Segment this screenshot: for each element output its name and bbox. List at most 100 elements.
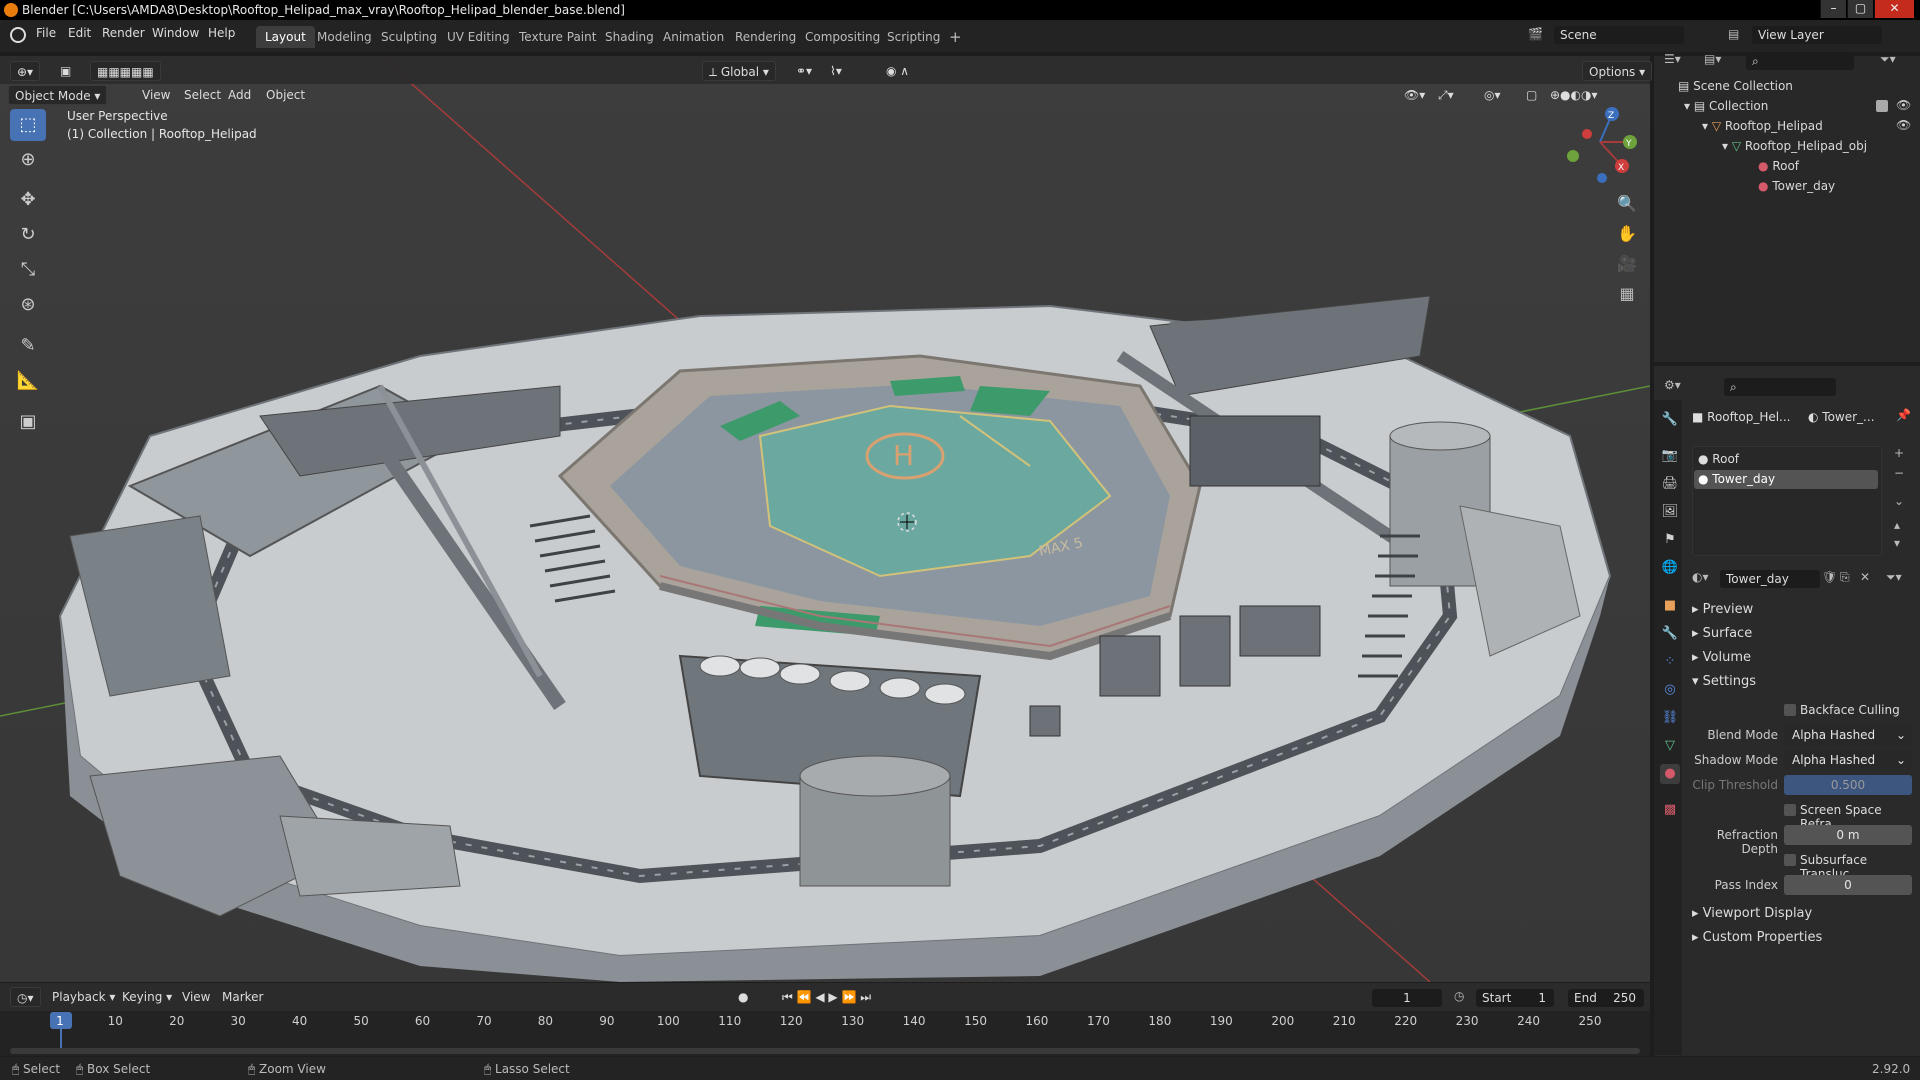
section-preview[interactable]: ▸ Preview <box>1692 602 1753 617</box>
current-frame-field[interactable]: 1 <box>1372 989 1442 1007</box>
end-frame-field[interactable]: End 250 <box>1568 989 1644 1007</box>
pin-icon[interactable]: 📌 <box>1896 408 1911 422</box>
tab-rendering[interactable]: Rendering <box>726 26 805 48</box>
transform-tool-icon[interactable]: ⊛ <box>10 289 46 321</box>
add-workspace-icon[interactable]: + <box>940 26 971 48</box>
object-menu[interactable]: Object <box>260 85 311 105</box>
modifier-tab-icon[interactable]: 🔧 <box>1660 624 1680 644</box>
timeline-scrollbar[interactable] <box>10 1048 1640 1054</box>
view-layer-tab-icon[interactable]: 🖼 <box>1660 502 1680 522</box>
material-slot-tower-day[interactable]: ● Tower_day <box>1694 470 1878 489</box>
outliner-item-rooftop-helipad-obj[interactable]: ▾ ▽ Rooftop_Helipad_obj <box>1722 139 1867 153</box>
pan-hand-icon[interactable]: ✋ <box>1615 222 1639 246</box>
outliner-item-tower-day[interactable]: ● Tower_day <box>1758 179 1835 193</box>
backface-culling-checkbox[interactable] <box>1784 704 1796 716</box>
options-dropdown[interactable]: Options ▾ <box>1582 61 1653 81</box>
scene-icon[interactable]: 🎬 <box>1528 27 1543 41</box>
tab-layout[interactable]: Layout <box>256 26 315 48</box>
marker-menu[interactable]: Marker <box>216 987 269 1007</box>
particles-tab-icon[interactable]: ⁘ <box>1660 652 1680 672</box>
section-viewport-display[interactable]: ▸ Viewport Display <box>1692 906 1812 921</box>
tab-compositing[interactable]: Compositing <box>796 26 889 48</box>
add-menu[interactable]: Add <box>222 85 257 105</box>
blender-menu-icon[interactable] <box>10 27 26 43</box>
view-layer-field[interactable]: View Layer <box>1752 26 1882 44</box>
collection-checkbox[interactable] <box>1876 100 1888 112</box>
constraints-tab-icon[interactable]: ⛓ <box>1660 708 1680 728</box>
overlays-icon[interactable]: ◎▾ <box>1478 85 1507 105</box>
tab-uv-editing[interactable]: UV Editing <box>438 26 519 48</box>
view-layer-icon[interactable]: ▤ <box>1728 27 1739 41</box>
annotate-tool-icon[interactable]: ✎ <box>10 330 46 362</box>
measure-tool-icon[interactable]: 📐 <box>10 365 46 397</box>
remove-slot-icon[interactable]: − <box>1894 466 1904 480</box>
tab-animation[interactable]: Animation <box>654 26 733 48</box>
tab-scripting[interactable]: Scripting <box>878 26 949 48</box>
slot-specials-icon[interactable]: ⌄ <box>1894 494 1904 508</box>
output-tab-icon[interactable]: 🖨 <box>1660 474 1680 494</box>
fake-user-icon[interactable]: 🛡 <box>1822 570 1837 584</box>
xray-icon[interactable]: ▢ <box>1520 85 1543 105</box>
add-slot-icon[interactable]: + <box>1894 446 1904 460</box>
tab-shading[interactable]: Shading <box>596 26 663 48</box>
material-tab-icon[interactable]: ● <box>1660 764 1680 784</box>
outliner-editor-icon[interactable]: ☰▾ <box>1664 52 1681 66</box>
menu-file[interactable]: File <box>36 26 56 40</box>
blend-mode-dropdown[interactable]: Alpha Hashed ⌄ <box>1784 725 1912 745</box>
pass-index-field[interactable]: 0 <box>1784 875 1912 895</box>
view-menu[interactable]: View <box>136 85 176 105</box>
pivot-icon[interactable]: ⚭▾ <box>790 61 818 81</box>
clip-threshold-slider[interactable]: 0.500 <box>1784 775 1912 795</box>
shadow-mode-dropdown[interactable]: Alpha Hashed ⌄ <box>1784 750 1912 770</box>
transform-orientation-dropdown[interactable]: ⟂ Global ▾ <box>702 61 776 81</box>
section-settings[interactable]: ▾ Settings <box>1692 674 1756 689</box>
menu-edit[interactable]: Edit <box>68 26 91 40</box>
tab-texture-paint[interactable]: Texture Paint <box>510 26 605 48</box>
rotate-tool-icon[interactable]: ↻ <box>10 219 46 251</box>
tab-modeling[interactable]: Modeling <box>308 26 381 48</box>
playback-menu[interactable]: Playback ▾ <box>46 987 121 1007</box>
zoom-icon[interactable]: 🔍 <box>1615 192 1639 216</box>
snap-icon[interactable]: ⌇▾ <box>824 61 848 81</box>
properties-editor-icon[interactable]: ⚙▾ <box>1664 378 1681 392</box>
material-name-field[interactable]: Tower_day <box>1720 570 1820 588</box>
node-link-icon[interactable]: ⏷▾ <box>1886 570 1902 585</box>
tab-sculpting[interactable]: Sculpting <box>372 26 446 48</box>
outliner-item-collection[interactable]: ▾ ▤ Collection <box>1684 99 1768 113</box>
camera-view-icon[interactable]: 🎥 <box>1615 252 1639 276</box>
outliner-item-roof[interactable]: ● Roof <box>1758 159 1799 173</box>
menu-render[interactable]: Render <box>102 26 145 40</box>
section-surface[interactable]: ▸ Surface <box>1692 626 1752 641</box>
material-browse-icon[interactable]: ◐▾ <box>1692 570 1709 584</box>
scene-tab-icon[interactable]: ⚑ <box>1660 530 1680 550</box>
object-mode-dropdown[interactable]: Object Mode ▾ <box>8 85 108 105</box>
editor-type-icon[interactable]: ⊕▾ <box>10 61 41 81</box>
cursor-tool-icon[interactable]: ⊕ <box>10 144 46 176</box>
world-tab-icon[interactable]: 🌐 <box>1660 558 1680 578</box>
refraction-depth-field[interactable]: 0 m <box>1784 825 1912 845</box>
gizmo-toggle-icon[interactable]: ⤢▾ <box>1432 85 1460 105</box>
outliner-display-mode-icon[interactable]: ▤▾ <box>1704 52 1721 66</box>
screen-space-refraction-checkbox[interactable] <box>1784 804 1796 816</box>
scale-tool-icon[interactable]: ⤡ <box>10 254 46 286</box>
tool-tab-icon[interactable]: 🔧 <box>1660 410 1680 430</box>
orthographic-grid-icon[interactable]: ▦ <box>1615 282 1639 306</box>
eye-icon[interactable]: 👁 <box>1896 98 1911 112</box>
data-tab-icon[interactable]: ▽ <box>1660 736 1680 756</box>
3d-viewport[interactable]: H MAX 5 Z Y X <box>0 56 1650 982</box>
duplicate-material-icon[interactable]: ⎘ <box>1840 570 1850 585</box>
material-slot-roof[interactable]: ● Roof <box>1698 452 1739 466</box>
close-icon[interactable]: ✕ <box>1874 0 1914 18</box>
start-frame-field[interactable]: Start 1 <box>1476 989 1554 1007</box>
add-cube-tool-icon[interactable]: ▣ <box>10 406 46 438</box>
properties-search-input[interactable]: ⌕ <box>1724 378 1836 396</box>
move-up-icon[interactable]: ▴ <box>1894 518 1900 532</box>
select-menu[interactable]: Select <box>178 85 227 105</box>
select-tool-icon[interactable]: ▣ <box>54 61 77 81</box>
outliner-item-scene-collection[interactable]: ▤ Scene Collection <box>1678 79 1793 93</box>
move-down-icon[interactable]: ▾ <box>1894 536 1900 550</box>
record-icon[interactable]: ● <box>732 987 754 1007</box>
section-volume[interactable]: ▸ Volume <box>1692 650 1751 665</box>
move-tool-icon[interactable]: ✥ <box>10 184 46 216</box>
menu-window[interactable]: Window <box>152 26 199 40</box>
